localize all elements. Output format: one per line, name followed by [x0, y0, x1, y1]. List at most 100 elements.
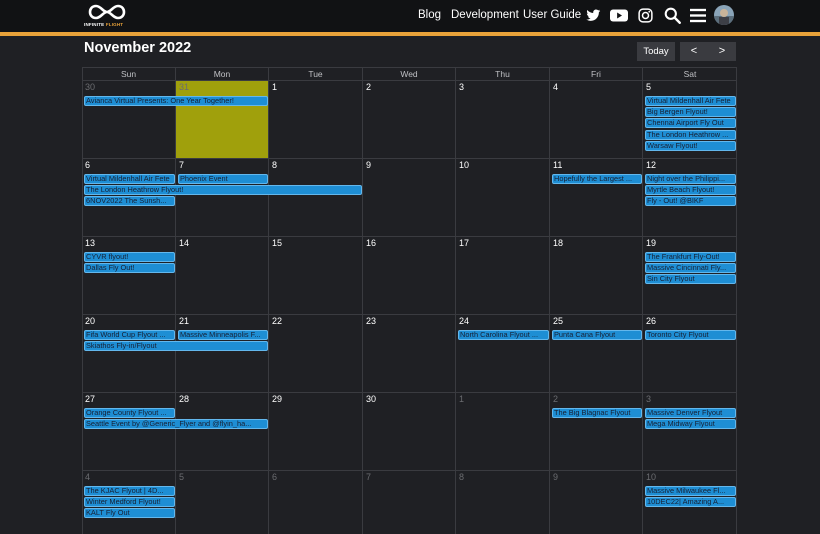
calendar-event[interactable]: Virtual Mildenhall Air Fete — [84, 174, 175, 184]
day-number[interactable]: 4 — [553, 82, 558, 92]
calendar-day-cell[interactable]: 1 — [456, 393, 550, 471]
day-number[interactable]: 2 — [553, 394, 558, 404]
day-number[interactable]: 6 — [85, 160, 90, 170]
calendar-event[interactable]: Dallas Fly Out! — [84, 263, 175, 274]
day-number[interactable]: 9 — [366, 160, 371, 170]
calendar-day-cell[interactable]: 30 — [363, 393, 456, 471]
calendar-event[interactable]: Massive Milwaukee Fl... — [645, 486, 736, 496]
calendar-day-cell[interactable]: 6 — [269, 471, 363, 534]
calendar-event[interactable]: Winter Medford Flyout! — [84, 497, 175, 508]
calendar-event[interactable]: Big Bergen Flyout! — [645, 107, 736, 118]
day-number[interactable]: 17 — [459, 238, 469, 248]
day-number[interactable]: 7 — [366, 472, 371, 482]
day-number[interactable]: 26 — [646, 316, 656, 326]
day-number[interactable]: 8 — [272, 160, 277, 170]
user-avatar[interactable] — [714, 5, 734, 25]
calendar-day-cell[interactable]: 31 — [176, 81, 269, 159]
calendar-event[interactable]: Warsaw Flyout! — [645, 140, 736, 151]
day-number[interactable]: 11 — [553, 160, 562, 170]
day-number[interactable]: 6 — [272, 472, 277, 482]
calendar-day-cell[interactable]: 27 — [82, 393, 176, 471]
calendar-day-cell[interactable]: 14 — [176, 237, 269, 315]
calendar-event[interactable]: Chennai Airport Fly Out — [645, 118, 736, 129]
calendar-day-cell[interactable]: 3 — [643, 393, 737, 471]
instagram-icon[interactable] — [638, 7, 653, 24]
calendar-event[interactable]: Massive Cincinnati Fly... — [645, 263, 736, 274]
calendar-day-cell[interactable]: 26 — [643, 315, 737, 393]
calendar-day-cell[interactable]: 7 — [176, 159, 269, 237]
calendar-event[interactable]: Sin City Flyout — [645, 274, 736, 285]
day-number[interactable]: 23 — [366, 316, 376, 326]
calendar-event[interactable]: KALT Fly Out — [84, 508, 175, 519]
day-number[interactable]: 2 — [366, 82, 371, 92]
youtube-icon[interactable] — [610, 7, 628, 24]
day-number[interactable]: 18 — [553, 238, 563, 248]
calendar-day-cell[interactable]: 4 — [550, 81, 643, 159]
day-number[interactable]: 28 — [179, 394, 189, 404]
day-number[interactable]: 22 — [272, 316, 282, 326]
day-number[interactable]: 20 — [85, 316, 95, 326]
calendar-day-cell[interactable]: 30 — [82, 81, 176, 159]
calendar-day-cell[interactable]: 23 — [363, 315, 456, 393]
hamburger-menu-icon[interactable] — [690, 7, 706, 24]
calendar-event[interactable]: The Frankfurt Fly-Out! — [645, 252, 736, 262]
calendar-day-cell[interactable]: 1 — [269, 81, 363, 159]
calendar-event[interactable]: CYVR flyout! — [84, 252, 175, 262]
day-number[interactable]: 24 — [459, 316, 469, 326]
calendar-event[interactable]: Punta Cana Flyout — [552, 330, 642, 340]
day-number[interactable]: 30 — [85, 82, 95, 92]
calendar-day-cell[interactable]: 5 — [176, 471, 269, 534]
day-number[interactable]: 3 — [459, 82, 464, 92]
calendar-event[interactable]: Night over the Philippi... — [645, 174, 736, 184]
day-number[interactable]: 8 — [459, 472, 464, 482]
infinite-flight-logo[interactable]: INFINITE FLIGHT — [84, 3, 130, 29]
calendar-event[interactable]: The London Heathrow Flyout! — [84, 185, 362, 196]
calendar-day-cell[interactable]: 11 — [550, 159, 643, 237]
next-month-button[interactable]: > — [708, 42, 736, 61]
calendar-event[interactable]: Fly - Out! @BIKF — [645, 196, 736, 207]
day-number[interactable]: 16 — [366, 238, 376, 248]
calendar-event[interactable]: Massive Minneapolis F... — [178, 330, 268, 340]
day-number[interactable]: 12 — [646, 160, 656, 170]
day-number[interactable]: 30 — [366, 394, 376, 404]
calendar-event[interactable]: Myrtle Beach Flyout! — [645, 185, 736, 196]
day-number[interactable]: 27 — [85, 394, 95, 404]
day-number[interactable]: 1 — [272, 82, 277, 92]
calendar-day-cell[interactable]: 24 — [456, 315, 550, 393]
search-icon[interactable] — [664, 7, 681, 24]
day-number[interactable]: 5 — [646, 82, 651, 92]
calendar-day-cell[interactable]: 28 — [176, 393, 269, 471]
calendar-day-cell[interactable]: 21 — [176, 315, 269, 393]
day-number[interactable]: 3 — [646, 394, 651, 404]
calendar-event[interactable]: Orange County Flyout ... — [84, 408, 175, 418]
calendar-event[interactable]: Mega Midway Flyout — [645, 419, 736, 430]
calendar-day-cell[interactable]: 16 — [363, 237, 456, 315]
calendar-day-cell[interactable]: 7 — [363, 471, 456, 534]
prev-month-button[interactable]: < — [680, 42, 708, 61]
calendar-day-cell[interactable]: 3 — [456, 81, 550, 159]
calendar-day-cell[interactable]: 8 — [269, 159, 363, 237]
calendar-event[interactable]: The Big Blagnac Flyout — [552, 408, 642, 418]
calendar-event[interactable]: Phoenix Event — [178, 174, 268, 184]
nav-user-guide-link[interactable]: User Guide — [523, 9, 581, 21]
day-number[interactable]: 21 — [179, 316, 189, 326]
calendar-day-cell[interactable]: 22 — [269, 315, 363, 393]
calendar-day-cell[interactable]: 10 — [456, 159, 550, 237]
calendar-event[interactable]: Fifa World Cup Flyout ... — [84, 330, 175, 340]
calendar-day-cell[interactable]: 9 — [363, 159, 456, 237]
day-number[interactable]: 15 — [272, 238, 282, 248]
day-number[interactable]: 13 — [85, 238, 95, 248]
calendar-event[interactable]: Skiathos Fly-in/Flyout — [84, 341, 268, 352]
calendar-event[interactable]: North Carolina Flyout ... — [458, 330, 549, 340]
day-number[interactable]: 10 — [459, 160, 469, 170]
today-button[interactable]: Today — [637, 42, 675, 61]
calendar-day-cell[interactable]: 25 — [550, 315, 643, 393]
day-number[interactable]: 10 — [646, 472, 656, 482]
calendar-day-cell[interactable]: 8 — [456, 471, 550, 534]
calendar-event[interactable]: Seattle Event by @Generic_Flyer and @fly… — [84, 419, 268, 430]
calendar-event[interactable]: 6NOV2022 The Sunsh... — [84, 196, 175, 207]
day-number[interactable]: 4 — [85, 472, 90, 482]
calendar-event[interactable]: 10DEC22| Amazing A... — [645, 497, 736, 508]
calendar-day-cell[interactable]: 9 — [550, 471, 643, 534]
day-number[interactable]: 19 — [646, 238, 656, 248]
